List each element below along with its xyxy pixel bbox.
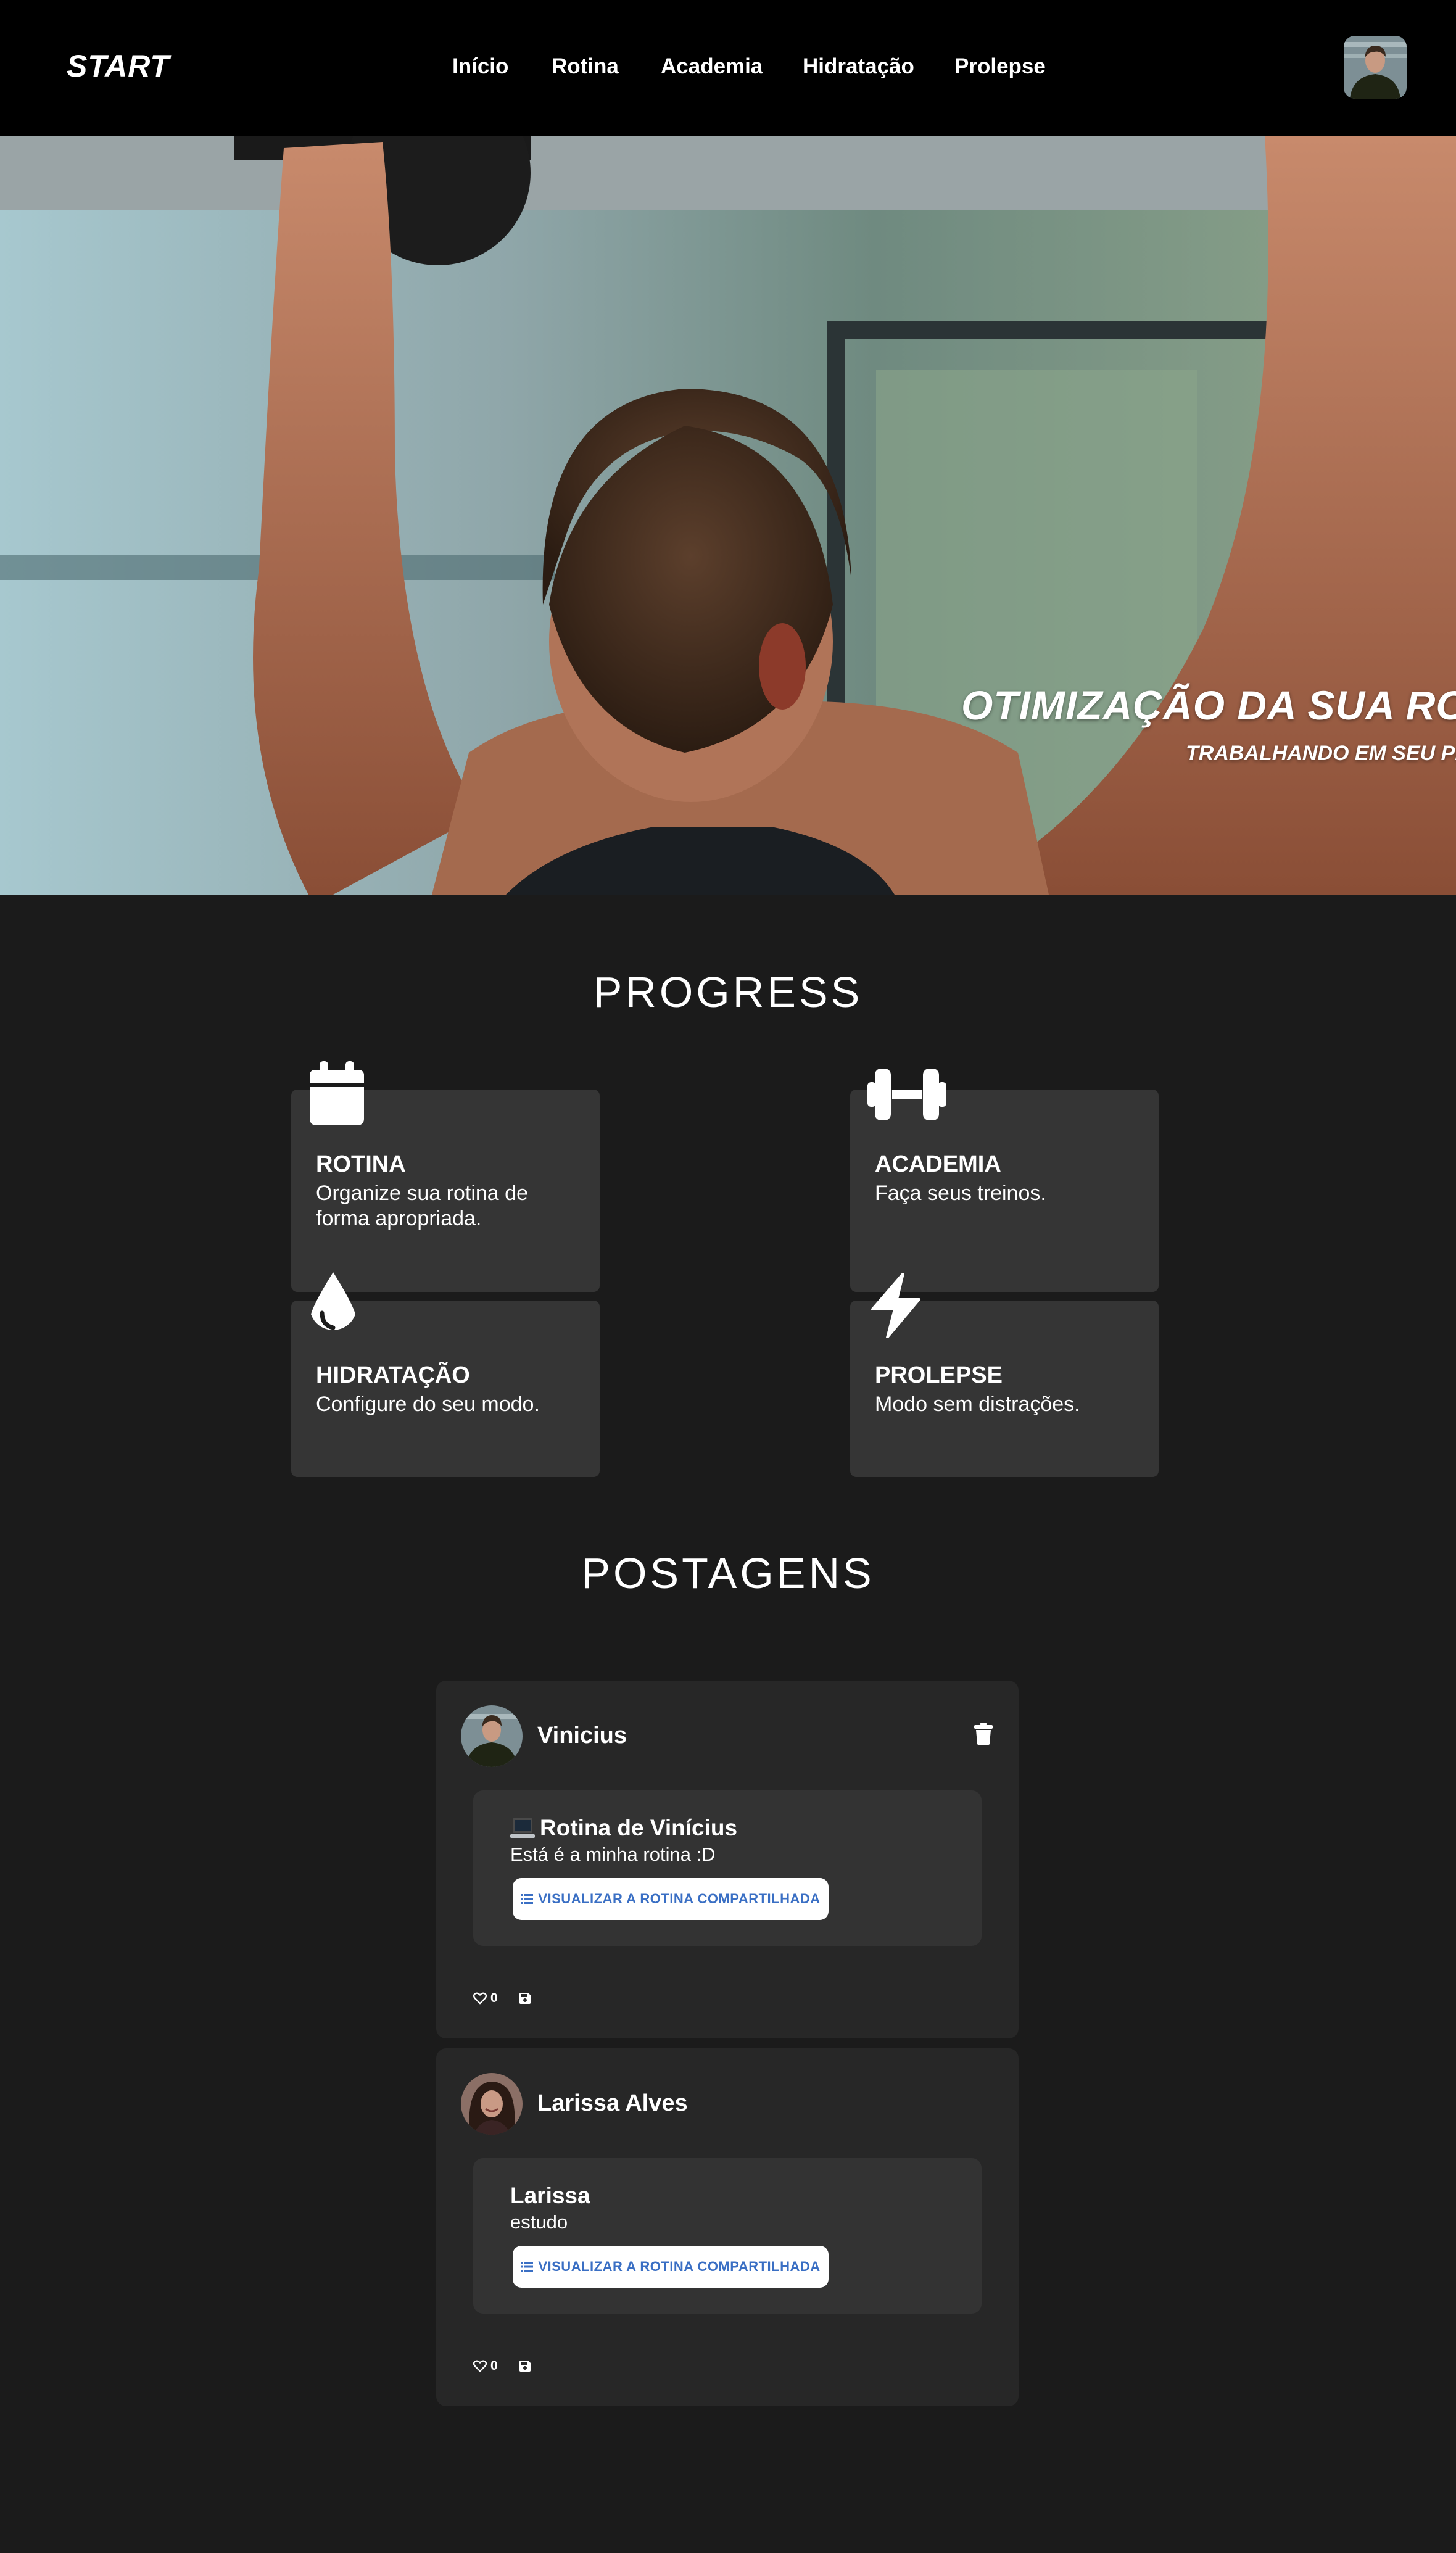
- card-description: Organize sua rotina de forma apropriada.: [316, 1181, 528, 1230]
- posts-heading: POSTAGENS: [581, 1549, 875, 1597]
- post-card: Larissa Alves Larissa estudo VISUALIZAR …: [436, 2048, 1019, 2406]
- post-card: Vinicius Rotina de Vinícius Está é a min…: [436, 1681, 1019, 2038]
- card-title: ROTINA: [316, 1151, 406, 1177]
- card-title: HIDRATAÇÃO: [316, 1362, 470, 1388]
- save-button[interactable]: [519, 1992, 531, 2005]
- nav-link-prolepse[interactable]: Prolepse: [954, 54, 1046, 79]
- view-shared-routine-label: VISUALIZAR A ROTINA COMPARTILHADA: [538, 2259, 821, 2274]
- post-actions: 0: [473, 2357, 531, 2375]
- card-description: Modo sem distrações.: [875, 1392, 1080, 1416]
- post-author[interactable]: Larissa Alves: [537, 2090, 688, 2117]
- dumbbell-icon: [867, 1069, 946, 1120]
- card-title: PROLEPSE: [875, 1362, 1003, 1388]
- progress-heading: PROGRESS: [593, 968, 863, 1016]
- list-icon: [521, 2262, 534, 2272]
- shared-routine-title-text: Rotina de Vinícius: [540, 1815, 738, 1840]
- post-author[interactable]: Vinicius: [537, 1723, 627, 1749]
- shared-routine-title: Larissa: [510, 2183, 590, 2208]
- post-actions: 0: [473, 1989, 531, 2008]
- floppy-disk-icon: [519, 1993, 531, 2004]
- hero-banner: OTIMIZAÇÃO DA SUA RO TRABALHANDO EM SEU …: [0, 136, 1456, 895]
- nav-link-rotina[interactable]: Rotina: [552, 54, 619, 79]
- hero-title: OTIMIZAÇÃO DA SUA RO: [961, 682, 1456, 728]
- shared-routine-text: estudo: [510, 2211, 568, 2233]
- view-shared-routine-button[interactable]: VISUALIZAR A ROTINA COMPARTILHADA: [513, 1878, 829, 1920]
- shared-routine-box: Rotina de Vinícius Está é a minha rotina…: [473, 1790, 982, 1946]
- nav-link-academia[interactable]: Academia: [661, 54, 763, 79]
- shared-routine-box: Larissa estudo VISUALIZAR A ROTINA COMPA…: [473, 2158, 982, 2314]
- card-description: Configure do seu modo.: [316, 1392, 540, 1416]
- heart-icon: [473, 1992, 487, 2005]
- nav-links: Início Rotina Academia Hidratação Prolep…: [0, 54, 1456, 81]
- card-description: Faça seus treinos.: [875, 1181, 1046, 1205]
- view-shared-routine-button[interactable]: VISUALIZAR A ROTINA COMPARTILHADA: [513, 2246, 829, 2288]
- water-drop-icon: [311, 1272, 355, 1330]
- like-count: 0: [490, 2359, 498, 2373]
- nav-link-inicio[interactable]: Início: [452, 54, 508, 79]
- card-title: ACADEMIA: [875, 1151, 1001, 1177]
- shared-routine-text: Está é a minha rotina :D: [510, 1843, 716, 1865]
- navbar: START Início Rotina Academia Hidratação …: [0, 0, 1456, 136]
- like-count: 0: [490, 1991, 498, 2005]
- save-button[interactable]: [519, 2360, 531, 2372]
- hero-subtitle: TRABALHANDO EM SEU PR: [1186, 742, 1456, 765]
- like-button[interactable]: 0: [473, 2359, 498, 2373]
- view-shared-routine-label: VISUALIZAR A ROTINA COMPARTILHADA: [538, 1891, 821, 1906]
- floppy-disk-icon: [519, 2361, 531, 2372]
- hero-image: [0, 136, 1456, 895]
- user-avatar[interactable]: [1344, 36, 1407, 99]
- like-button[interactable]: 0: [473, 1991, 498, 2006]
- lightning-icon: [871, 1273, 920, 1338]
- shared-routine-title: Rotina de Vinícius: [510, 1815, 737, 1841]
- heart-icon: [473, 2360, 487, 2372]
- nav-link-hidratacao[interactable]: Hidratação: [803, 54, 914, 79]
- laptop-icon: [510, 1818, 535, 1839]
- trash-icon[interactable]: [974, 1723, 993, 1745]
- list-icon: [521, 1894, 534, 1904]
- author-avatar[interactable]: [461, 1705, 523, 1767]
- calendar-icon: [310, 1061, 364, 1125]
- author-avatar[interactable]: [461, 2073, 523, 2135]
